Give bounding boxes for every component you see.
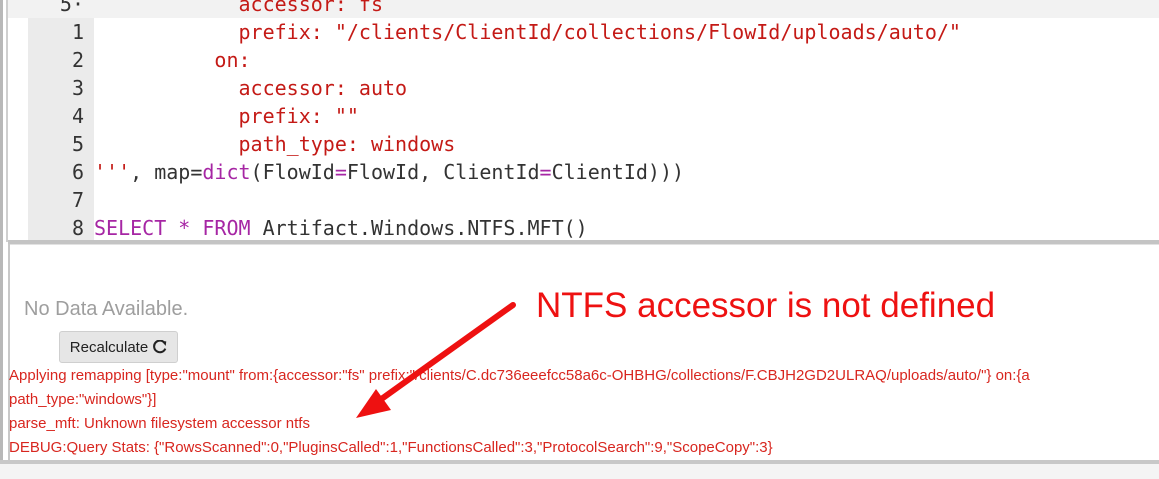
line-number: 5 (71, 132, 84, 156)
log-line-query-stats: DEBUG:Query Stats: {"RowsScanned":0,"Plu… (9, 439, 773, 456)
code-editor[interactable]: 5· accessor: fs 1 prefix: "/clients/Clien… (8, 0, 1159, 240)
code-token: = (539, 160, 552, 184)
code-line[interactable]: 6 ''', map=dict(FlowId=FlowId, ClientId=C… (8, 158, 1159, 186)
line-number: 7 (71, 188, 84, 212)
code-line[interactable]: 5 path_type: windows (8, 130, 1159, 158)
code-line[interactable]: 4 prefix: "" (8, 102, 1159, 130)
log-line-path-type: path_type:"windows"}] (9, 391, 157, 408)
line-source: on: (94, 46, 251, 74)
code-line[interactable]: 7 (8, 186, 1159, 214)
window-frame-left (0, 0, 3, 470)
code-token: Artifact.Windows.NTFS.MFT() (250, 216, 588, 240)
code-line[interactable]: 8 SELECT * FROM Artifact.Windows.NTFS.MFT… (8, 214, 1159, 240)
code-line[interactable]: 3 accessor: auto (8, 74, 1159, 102)
code-line[interactable]: 5· accessor: fs (8, 0, 1159, 18)
line-number: 8 (71, 216, 84, 240)
code-token: , map= (130, 160, 203, 184)
code-token: ''' (94, 160, 131, 184)
log-line-remapping: Applying remapping [type:"mount" from:{a… (9, 367, 1030, 384)
refresh-icon (153, 339, 167, 353)
recalculate-button[interactable]: Recalculate (59, 331, 178, 363)
no-data-message: No Data Available. (24, 298, 189, 320)
code-token: FROM (202, 216, 251, 240)
code-token: FlowId, ClientId (346, 160, 540, 184)
code-token: SELECT (94, 216, 167, 240)
code-token: path_type: windows (94, 132, 456, 156)
line-number: 5· (59, 0, 84, 16)
line-number: 2 (71, 48, 84, 72)
recalculate-label: Recalculate (69, 338, 149, 356)
annotation-text: NTFS accessor is not defined (536, 286, 996, 325)
code-token: (FlowId (250, 160, 335, 184)
code-token: prefix: "/clients/ClientId/collections/F… (94, 20, 961, 44)
divider-highlight (8, 244, 1159, 245)
status-bar (0, 464, 1159, 479)
code-token: ClientId))) (551, 160, 685, 184)
code-token: dict (202, 160, 251, 184)
code-line[interactable]: 2 on: (8, 46, 1159, 74)
line-number: 4 (71, 104, 84, 128)
line-number: 1 (71, 20, 84, 44)
line-source: path_type: windows (94, 130, 455, 158)
log-line-parse-error: parse_mft: Unknown filesystem accessor n… (9, 415, 310, 432)
line-source: prefix: "" (94, 102, 359, 130)
line-source: prefix: "/clients/ClientId/collections/F… (94, 18, 961, 46)
line-number: 3 (71, 76, 84, 100)
line-source: SELECT * FROM Artifact.Windows.NTFS.MFT(… (94, 214, 588, 240)
line-source: ''', map=dict(FlowId=FlowId, ClientId=Cl… (94, 158, 684, 186)
code-token: prefix: "" (94, 104, 359, 128)
line-source: accessor: fs (94, 0, 383, 18)
code-token: accessor: fs (94, 0, 383, 16)
code-line[interactable]: 1 prefix: "/clients/ClientId/collections… (8, 18, 1159, 46)
editor-frame-left (6, 0, 8, 242)
code-token: on: (94, 48, 251, 72)
code-token: accessor: auto (94, 76, 408, 100)
code-token: = (334, 160, 347, 184)
code-token: * (178, 216, 191, 240)
line-source: accessor: auto (94, 74, 407, 102)
line-number: 6 (71, 160, 84, 184)
